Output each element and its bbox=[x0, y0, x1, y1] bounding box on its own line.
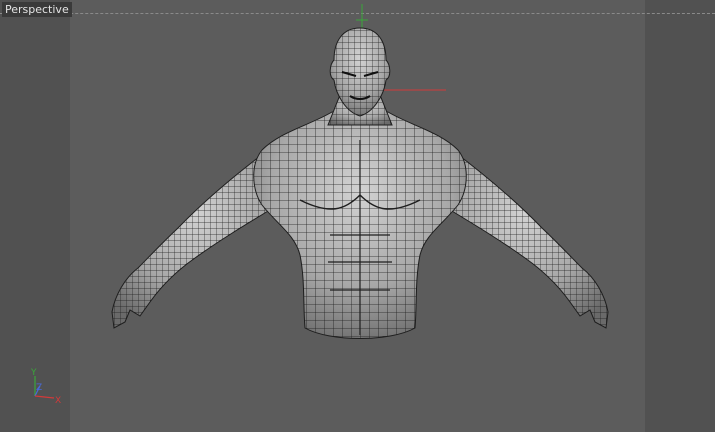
left-arm-wireframe bbox=[112, 150, 278, 328]
gizmo-z-label: Z bbox=[36, 383, 42, 393]
gizmo-x-axis bbox=[34, 395, 55, 399]
scene-canvas[interactable]: Y Z X bbox=[0, 0, 715, 432]
perspective-viewport[interactable]: Y Z X Perspective bbox=[0, 0, 715, 432]
right-arm-wireframe bbox=[442, 150, 608, 328]
gizmo-x-label: X bbox=[55, 396, 61, 406]
axis-gizmo: Y Z X bbox=[30, 368, 61, 406]
gizmo-y-label: Y bbox=[30, 368, 37, 378]
viewport-label[interactable]: Perspective bbox=[2, 2, 72, 17]
character-mesh[interactable] bbox=[111, 27, 609, 339]
